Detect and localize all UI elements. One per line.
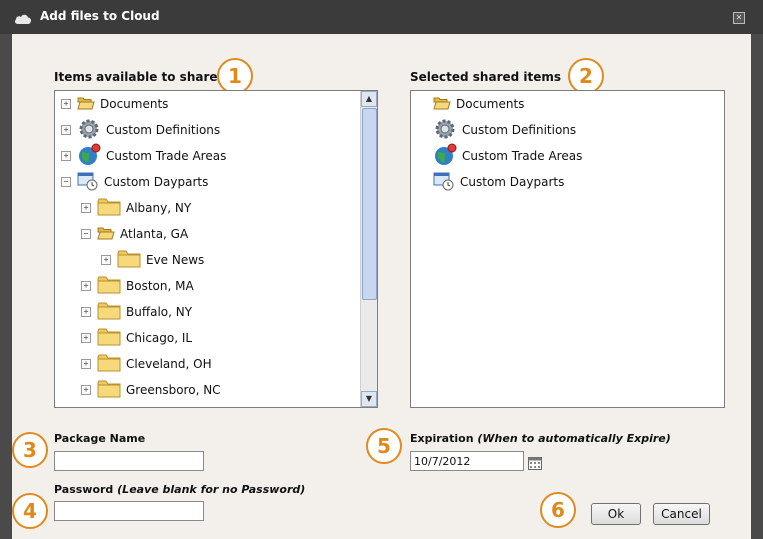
callout-badge-1: 1 [217,58,253,94]
tree-item-label: Custom Dayparts [460,175,565,189]
tree-item-label: Greensboro, NC [126,383,221,397]
clock-window-icon [433,171,455,194]
folder-icon [117,249,141,272]
dialog-content: Items available to share 1 Selected shar… [12,34,751,539]
tree-scrollbar[interactable]: ▲ ▼ [360,91,377,407]
selected-items-label: Selected shared items [410,70,562,84]
folder-icon [97,353,121,376]
available-tree-item[interactable]: + Cleveland, OH [81,351,212,377]
expand-icon[interactable]: + [101,255,111,265]
available-tree-item[interactable]: + Albany, NY [81,195,191,221]
available-tree-item[interactable]: + Custom Trade Areas [61,143,226,169]
globe-icon [77,143,101,170]
callout-badge-2: 2 [568,58,604,94]
tree-item-label: Custom Trade Areas [106,149,227,163]
expand-icon[interactable]: + [61,151,71,161]
expiration-hint: (When to automatically Expire) [477,432,671,445]
folder-icon [97,379,121,402]
globe-icon [433,143,457,170]
selected-items-list[interactable]: Documents Custom Definitions Custom Trade … [410,90,725,408]
tree-item-label: Documents [456,97,525,111]
available-tree-item[interactable]: + Custom Definitions [61,117,220,143]
callout-badge-4: 4 [12,493,48,529]
selected-tree-item[interactable]: Custom Dayparts [433,169,564,195]
collapse-icon[interactable]: − [81,229,91,239]
expand-icon[interactable]: + [81,385,91,395]
available-tree-item[interactable]: − Atlanta, GA [81,221,188,247]
selected-tree-item[interactable]: Custom Definitions [433,117,576,143]
available-tree-item[interactable]: + Greensboro, NC [81,377,221,403]
folder-icon [97,197,121,220]
selected-tree-item[interactable]: Documents [433,91,524,117]
package-name-label: Package Name [54,432,146,445]
folder-open-icon [77,96,95,113]
expand-icon[interactable]: + [81,281,91,291]
available-tree-item[interactable]: + Eve News [101,247,204,273]
tree-item-label: Custom Trade Areas [462,149,583,163]
package-name-input[interactable] [54,451,204,471]
expand-icon[interactable]: + [81,203,91,213]
password-label-text: Password [54,483,114,496]
tree-item-label: Boston, MA [126,279,194,293]
scroll-down-arrow-icon[interactable]: ▼ [361,391,377,407]
expiration-date-input[interactable] [410,451,524,471]
available-tree-item[interactable]: − Custom Dayparts [61,169,208,195]
cloud-icon [14,10,32,29]
expiration-label-text: Expiration [410,432,474,445]
calendar-icon[interactable] [528,455,542,474]
folder-open-icon [97,226,115,243]
folder-icon [97,327,121,350]
tree-item-label: Buffalo, NY [126,305,193,319]
available-tree-item[interactable]: + Documents [61,91,168,117]
available-items-tree[interactable]: + Documents + Custom Definitions + Custom Tra… [54,90,378,408]
tree-item-label: Atlanta, GA [120,227,189,241]
close-button[interactable]: ✕ [733,12,745,24]
title-bar: Add files to Cloud ✕ [0,0,763,34]
password-input[interactable] [54,501,204,521]
ok-button[interactable]: Ok [591,503,641,525]
collapse-icon[interactable]: − [61,177,71,187]
password-label: Password (Leave blank for no Password) [54,483,305,496]
expand-icon[interactable]: + [61,99,71,109]
scroll-up-arrow-icon[interactable]: ▲ [361,91,377,107]
tree-item-label: Eve News [146,253,205,267]
scroll-thumb[interactable] [362,108,377,300]
tree-item-label: Custom Dayparts [104,175,209,189]
available-tree-item[interactable]: + Boston, MA [81,273,194,299]
tree-item-label: Cleveland, OH [126,357,212,371]
available-tree-item[interactable]: + Buffalo, NY [81,299,192,325]
tree-item-label: Custom Definitions [462,123,577,137]
expand-icon[interactable]: + [81,307,91,317]
folder-icon [97,275,121,298]
folder-open-icon [433,96,451,113]
clock-window-icon [77,171,99,194]
selected-tree-item[interactable]: Custom Trade Areas [433,143,582,169]
callout-badge-5: 5 [366,428,402,464]
gear-icon [77,117,101,144]
gear-icon [433,117,457,144]
available-items-label: Items available to share [54,70,218,84]
tree-item-label: Custom Definitions [106,123,221,137]
callout-badge-3: 3 [12,432,48,468]
tree-item-label: Chicago, IL [126,331,193,345]
expand-icon[interactable]: + [61,125,71,135]
password-hint: (Leave blank for no Password) [117,483,306,496]
folder-icon [97,301,121,324]
window-title: Add files to Cloud [40,9,160,23]
tree-item-label: Documents [100,97,169,111]
tree-item-label: Albany, NY [126,201,192,215]
available-tree-item[interactable]: + Chicago, IL [81,325,192,351]
expand-icon[interactable]: + [81,359,91,369]
expiration-label: Expiration (When to automatically Expire… [410,432,671,445]
expand-icon[interactable]: + [81,333,91,343]
dialog-window: Add files to Cloud ✕ Items available to … [0,0,763,539]
cancel-button[interactable]: Cancel [653,503,710,525]
callout-badge-6: 6 [540,492,576,528]
